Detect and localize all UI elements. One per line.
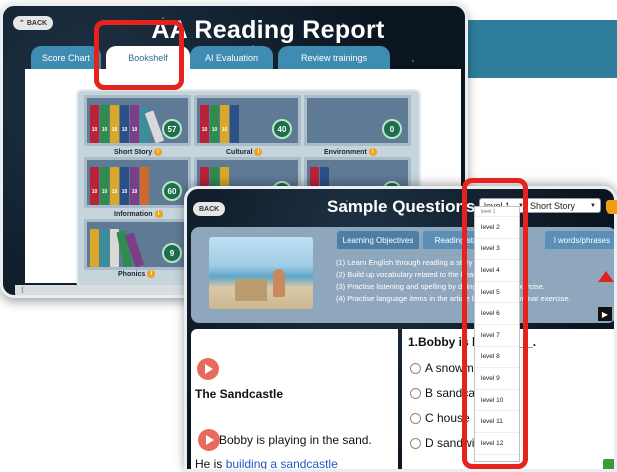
book-row: 10 10 10 10 10: [90, 167, 149, 205]
story-photo: [209, 237, 313, 309]
book-spine: 10: [200, 105, 209, 143]
edit-icon[interactable]: [603, 459, 614, 469]
objectives-panel: Learning Objectives Reading strateg l wo…: [191, 227, 614, 323]
play-icon[interactable]: ▶: [598, 307, 612, 321]
shelf-cultural[interactable]: 10 10 10 40: [194, 95, 301, 146]
tab-review-trainings[interactable]: Review trainings: [278, 46, 390, 70]
book-row: 10 10 10 10 10: [90, 105, 165, 143]
play-audio-icon[interactable]: [197, 358, 219, 380]
sentence-text: He is: [195, 457, 226, 471]
sandcastle-shape: [235, 279, 267, 301]
book-spine: [90, 229, 99, 267]
book-spine: 10: [100, 167, 109, 205]
book-spine: 10: [130, 167, 139, 205]
book-spine: 10: [220, 105, 229, 143]
nav-back-icon[interactable]: ⟨: [21, 286, 24, 294]
shelf-label-cultural: Cultural i: [226, 147, 263, 157]
category-select-value: Short Story: [530, 200, 576, 211]
book-spine: [100, 229, 109, 267]
page-title: Sample Questions: [327, 197, 476, 216]
back-label: BACK: [26, 19, 48, 27]
background-banner: [458, 20, 617, 78]
radio-button[interactable]: [410, 362, 421, 374]
book-row: 10 10 10: [200, 105, 239, 143]
book-spine: 10: [100, 105, 109, 143]
radio-button[interactable]: [410, 437, 421, 449]
shelf-label-phonics: Phonics i: [118, 269, 156, 279]
tab-learning-objectives[interactable]: Learning Objectives: [337, 231, 419, 249]
book-spine: 10: [130, 105, 139, 143]
book-spine: 10: [120, 105, 129, 143]
info-icon[interactable]: i: [254, 148, 263, 156]
book-spine: 10: [120, 167, 129, 205]
composite-screenshot: ⌃ BACK AA Reading Report Score Chart Boo…: [0, 0, 617, 472]
book-spine: 10: [210, 105, 219, 143]
highlighted-phrase[interactable]: building a sandcastle: [226, 457, 338, 469]
book-spine: [230, 105, 239, 143]
story-title: The Sandcastle: [195, 387, 284, 401]
book-row: [90, 229, 145, 267]
shelf-label-short-story: Short Story i: [114, 147, 163, 157]
story-sentence: Bobby is playing in the sand.: [219, 433, 372, 447]
story-sentence: He is building a sandcastle: [195, 457, 338, 471]
book-spine: 10: [90, 167, 99, 205]
answer-option-c[interactable]: C house: [410, 411, 470, 425]
back-button[interactable]: BACK: [193, 202, 226, 216]
book-count-badge: 0: [382, 119, 402, 139]
side-tab[interactable]: [607, 200, 617, 214]
book-spine: 10: [110, 105, 119, 143]
shelf-label-information: Information i: [114, 209, 163, 219]
book-count-badge: 57: [162, 119, 182, 139]
radio-button[interactable]: [410, 387, 421, 399]
shelf-label-environment: Environment i: [324, 147, 377, 157]
reading-pane: The Sandcastle Bobby is playing in the s…: [191, 329, 398, 471]
report-tabs: Score Chart Bookshelf AI Evaluation Revi…: [25, 46, 461, 70]
book-count-badge: 9: [162, 243, 182, 263]
info-icon[interactable]: i: [147, 270, 156, 278]
info-icon[interactable]: i: [154, 210, 163, 218]
play-sentence-icon[interactable]: [198, 429, 220, 451]
book-count-badge: 60: [162, 181, 182, 201]
chevron-down-icon: ▼: [590, 202, 596, 209]
tab-ai-evaluation[interactable]: AI Evaluation: [190, 46, 273, 70]
sample-questions-screen: BACK Sample Questions level 1 ▼ Short St…: [184, 186, 617, 472]
collapse-triangle-icon[interactable]: [598, 271, 614, 282]
tab-score-chart[interactable]: Score Chart: [31, 46, 101, 70]
tab-words-phrases[interactable]: l words/phrases: [545, 231, 614, 249]
info-icon[interactable]: i: [154, 148, 163, 156]
shelf-phonics[interactable]: 9: [84, 219, 191, 270]
shelf-information[interactable]: 10 10 10 10 10 60: [84, 157, 191, 208]
shelf-environment[interactable]: 0: [304, 95, 411, 146]
boy-shape: [273, 269, 285, 297]
shelf-short-story[interactable]: 10 10 10 10 10 57: [84, 95, 191, 146]
back-button[interactable]: ⌃ BACK: [13, 16, 54, 30]
book-spine: 10: [110, 167, 119, 205]
book-count-badge: 40: [272, 119, 292, 139]
highlight-level-dropdown: [462, 178, 528, 469]
back-label: BACK: [199, 205, 220, 213]
book-spine: 10: [90, 105, 99, 143]
highlight-bookshelf-tab: [94, 20, 184, 90]
category-select[interactable]: Short Story ▼: [525, 198, 601, 213]
info-icon[interactable]: i: [368, 148, 377, 156]
book-spine: [140, 167, 149, 205]
radio-button[interactable]: [410, 412, 421, 424]
back-arrow-icon: ⌃: [19, 20, 25, 27]
